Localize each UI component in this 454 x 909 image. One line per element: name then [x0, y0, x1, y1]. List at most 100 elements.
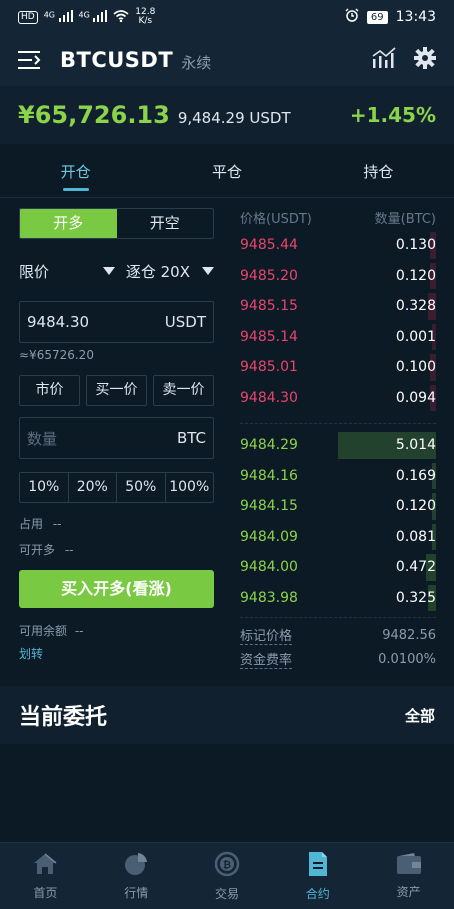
funding-rate-label: 资金费率 [240, 649, 293, 669]
bid-row[interactable]: 9484.09 0.081 [240, 522, 436, 553]
bid-price: 9484.16 [240, 467, 298, 484]
nav-trade[interactable]: ₿ 交易 [182, 843, 273, 909]
price-approx: ≈¥65726.20 [19, 348, 94, 362]
nav-market-label: 行情 [124, 885, 149, 900]
best-bid-button[interactable]: 买一价 [86, 375, 147, 406]
ask-row[interactable]: 9485.01 0.100 [240, 352, 436, 383]
quantity-placeholder: 数量 [27, 429, 58, 448]
open-long-button[interactable]: 开多 [20, 209, 117, 238]
order-book: 价格(USDT) 数量(BTC) 9485.44 0.130 9485.20 0.12… [240, 208, 436, 671]
pie-chart-icon [124, 852, 148, 880]
quick-price-buttons: 市价 买一价 卖一价 [19, 375, 214, 406]
mark-price-value: 9482.56 [382, 627, 436, 643]
bid-row[interactable]: 9484.15 0.120 [240, 491, 436, 522]
signal-4g-icon-2: 4G [78, 9, 108, 25]
ask-row[interactable]: 9485.14 0.001 [240, 322, 436, 353]
status-left: HD 4G 4G 12.8 K/s [18, 8, 155, 26]
margin-used-label: 占用 [19, 517, 44, 531]
price-input-value: 9484.30 [27, 313, 90, 331]
header-actions [372, 47, 436, 73]
available-value: -- [74, 624, 84, 638]
nav-assets[interactable]: 资产 [363, 843, 454, 909]
current-orders-title: 当前委托 [19, 705, 108, 730]
menu-icon[interactable] [18, 50, 42, 70]
order-book-header: 价格(USDT) 数量(BTC) [240, 208, 436, 230]
quantity-unit: BTC [176, 429, 206, 447]
funding-rate-value: 0.0100% [378, 651, 436, 667]
funding-rate-row: 资金费率 0.0100% [240, 647, 436, 671]
all-orders-link[interactable]: 全部 [405, 705, 435, 726]
app-header: BTCUSDT 永续 [0, 34, 454, 86]
ask-price: 9485.15 [240, 298, 298, 315]
ask-row[interactable]: 9484.30 0.094 [240, 383, 436, 414]
bid-row[interactable]: 9484.00 0.472 [240, 552, 436, 583]
order-type-label: 限价 [19, 262, 50, 281]
tab-close[interactable]: 平仓 [151, 148, 302, 197]
margin-used: 占用 -- [19, 515, 214, 532]
last-price-cny: ¥65,726.13 [18, 101, 170, 129]
transfer-link[interactable]: 划转 [19, 645, 214, 662]
bid-row[interactable]: 9483.98 0.325 [240, 583, 436, 614]
spread-divider [240, 413, 436, 424]
tab-open[interactable]: 开仓 [0, 148, 151, 197]
qty-column-header: 数量(BTC) [374, 212, 436, 227]
price-input[interactable]: 9484.30 USDT [19, 301, 214, 343]
alarm-icon [345, 8, 359, 26]
ask-row[interactable]: 9485.44 0.130 [240, 230, 436, 261]
nav-contract[interactable]: 合约 [272, 843, 363, 909]
open-short-button[interactable]: 开空 [117, 209, 214, 238]
pair-subtitle: 永续 [181, 53, 212, 72]
openable-amount: 可开多 -- [19, 541, 214, 558]
percent-50-button[interactable]: 50% [117, 473, 166, 502]
price-column-header: 价格(USDT) [240, 212, 312, 227]
quantity-input[interactable]: 数量 BTC [19, 417, 214, 459]
ask-row[interactable]: 9485.20 0.120 [240, 261, 436, 292]
bid-qty: 0.472 [395, 559, 436, 576]
percent-100-button[interactable]: 100% [166, 473, 214, 502]
nav-market[interactable]: 行情 [91, 843, 182, 909]
bid-price: 9484.15 [240, 498, 298, 515]
chevron-down-icon [103, 267, 115, 275]
percent-10-button[interactable]: 10% [20, 473, 69, 502]
order-type-select[interactable]: 限价 [19, 261, 119, 282]
ask-qty: 0.100 [395, 359, 436, 376]
ask-price: 9485.44 [240, 237, 298, 254]
direction-toggle: 开多 开空 [19, 208, 214, 239]
margin-mode-label: 逐仓 20X [125, 262, 190, 281]
kline-chart-icon[interactable] [372, 47, 396, 73]
current-orders-header: 当前委托 全部 [0, 686, 454, 744]
price-input-unit: USDT [164, 313, 206, 331]
svg-text:₿: ₿ [223, 859, 231, 871]
signal-label-2: 4G [78, 9, 90, 19]
net-speed-unit: K/s [138, 16, 153, 26]
margin-mode-select[interactable]: 逐仓 20X [126, 261, 214, 282]
ask-qty: 0.120 [395, 267, 436, 284]
openable-label: 可开多 [19, 543, 56, 557]
chevron-down-icon [202, 267, 214, 275]
best-ask-button[interactable]: 卖一价 [153, 375, 214, 406]
ask-row[interactable]: 9485.15 0.328 [240, 291, 436, 322]
nav-home[interactable]: 首页 [0, 843, 91, 909]
bid-row[interactable]: 9484.16 0.169 [240, 461, 436, 492]
signal-label: 4G [43, 9, 55, 19]
percent-20-button[interactable]: 20% [69, 473, 117, 502]
bid-list: 9484.29 5.014 9484.16 0.169 9484.15 0.120 9484… [240, 430, 436, 613]
ask-qty: 0.094 [395, 389, 436, 406]
home-icon [32, 852, 58, 880]
ask-list: 9485.44 0.130 9485.20 0.120 9485.15 0.328 9485… [240, 230, 436, 413]
tab-positions[interactable]: 持仓 [303, 148, 454, 197]
available-balance: 可用余额 -- [19, 622, 214, 639]
bid-row[interactable]: 9484.29 5.014 [240, 430, 436, 461]
buy-open-long-button[interactable]: 买入开多(看涨) [19, 570, 214, 608]
pair-title[interactable]: BTCUSDT [60, 48, 173, 72]
bitcoin-exchange-icon: ₿ [214, 851, 240, 881]
ask-price: 9485.01 [240, 359, 298, 376]
price-change: +1.45% [349, 103, 436, 127]
bottom-nav: 首页 行情 ₿ 交易 合约 资产 [0, 842, 454, 909]
last-price-usdt: 9,484.29 USDT [177, 108, 291, 127]
gear-icon[interactable] [414, 47, 436, 73]
bid-price: 9484.09 [240, 528, 298, 545]
market-price-button[interactable]: 市价 [19, 375, 80, 406]
nav-contract-label: 合约 [305, 886, 330, 901]
mark-price-row: 标记价格 9482.56 [240, 623, 436, 647]
